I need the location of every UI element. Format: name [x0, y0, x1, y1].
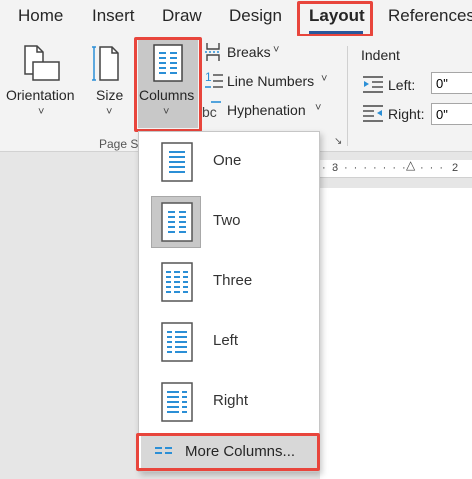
- breaks-icon: [205, 43, 221, 61]
- tab-references[interactable]: References: [388, 6, 472, 26]
- line-numbers-label: Line Numbers: [227, 73, 315, 89]
- orientation-icon: [24, 45, 60, 81]
- chevron-down-icon: ˅: [38, 106, 45, 118]
- three-columns-icon: [161, 262, 193, 302]
- indent-left-icon: [363, 76, 383, 93]
- size-label: Size: [96, 87, 124, 103]
- orientation-label: Orientation: [6, 87, 75, 103]
- chevron-down-icon: ˅: [315, 102, 322, 114]
- columns-option-right[interactable]: Right: [139, 372, 319, 432]
- indent-right-label: Right:: [388, 106, 425, 122]
- tab-insert[interactable]: Insert: [92, 6, 135, 26]
- chevron-down-icon: ˅: [273, 44, 280, 56]
- more-columns-highlight: [136, 433, 320, 471]
- breaks-label: Breaks: [227, 44, 271, 60]
- one-column-icon: [161, 142, 193, 182]
- horizontal-ruler[interactable]: ·· 3 ······· △ ··· 2: [318, 158, 472, 178]
- indent-title: Indent: [361, 47, 400, 63]
- document-page[interactable]: [320, 188, 472, 479]
- chevron-down-icon: ˅: [106, 106, 113, 118]
- group-separator: [347, 46, 348, 146]
- ruler-mark-2: 2: [452, 162, 459, 174]
- columns-option-two[interactable]: Two: [139, 192, 319, 252]
- columns-option-left[interactable]: Left: [139, 312, 319, 372]
- layout-tab-highlight: [297, 1, 373, 37]
- columns-highlight: [134, 37, 202, 132]
- hyphenation-icon: bc: [202, 104, 217, 120]
- line-numbers-lines-icon: [205, 74, 223, 88]
- page-setup-group-label: Page S: [99, 137, 139, 151]
- columns-option-three[interactable]: Three: [139, 252, 319, 312]
- columns-option-label: Left: [213, 332, 239, 349]
- indent-right-icon: [363, 105, 383, 122]
- two-columns-icon: [151, 196, 201, 248]
- columns-option-label: Two: [213, 212, 241, 229]
- columns-option-label: One: [213, 152, 242, 169]
- columns-dropdown-menu: One Two Three Left Right More Columns...: [138, 131, 320, 472]
- columns-option-label: Right: [213, 392, 249, 409]
- indent-left-label: Left:: [388, 77, 416, 93]
- page-setup-dialog-launcher-icon[interactable]: ↘: [334, 136, 342, 147]
- tab-home[interactable]: Home: [18, 6, 63, 26]
- page-size-icon: [92, 46, 119, 81]
- ruler-margin-marker: △: [406, 158, 416, 172]
- columns-option-one[interactable]: One: [139, 132, 319, 192]
- left-column-icon: [161, 322, 193, 362]
- chevron-down-icon: ˅: [321, 73, 328, 85]
- hyphenation-label: Hyphenation: [227, 102, 306, 118]
- indent-right-input[interactable]: [431, 103, 472, 125]
- columns-option-label: Three: [213, 272, 253, 289]
- ruler-mark-3: 3: [332, 162, 339, 174]
- tab-draw[interactable]: Draw: [162, 6, 202, 26]
- ruler-ticks: ·······: [344, 162, 412, 174]
- ruler-ticks: ···: [420, 162, 449, 174]
- right-column-icon: [161, 382, 193, 422]
- indent-left-input[interactable]: [431, 72, 472, 94]
- tab-design[interactable]: Design: [229, 6, 282, 26]
- ribbon-tab-bar: Home Insert Draw Design Layout Reference…: [0, 0, 472, 36]
